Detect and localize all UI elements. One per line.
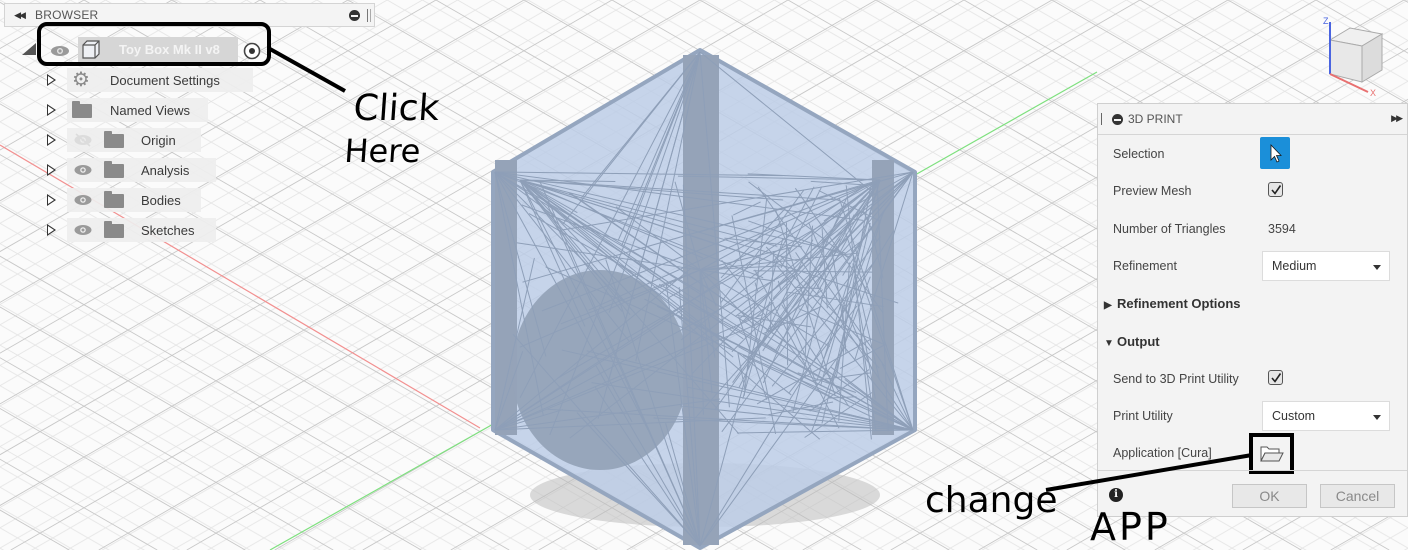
folder-icon <box>72 101 92 118</box>
dialog-title: 3D PRINT <box>1128 112 1183 126</box>
minimize-icon[interactable] <box>349 10 360 21</box>
annotation-text-click: Click <box>352 88 441 129</box>
collapse-down-icon: ▼ <box>1104 338 1114 349</box>
expand-right-icon[interactable] <box>47 164 56 176</box>
refinement-label: Refinement <box>1113 259 1177 273</box>
refinement-dropdown[interactable]: Medium <box>1262 251 1390 281</box>
print-utility-dropdown[interactable]: Custom <box>1262 401 1390 431</box>
folder-open-icon <box>1260 446 1284 462</box>
tree-item-label[interactable]: Bodies <box>141 193 181 208</box>
tree-item-label[interactable]: Sketches <box>141 223 194 238</box>
send-to-utility-checkbox[interactable] <box>1268 370 1283 385</box>
expand-right-icon[interactable] <box>47 134 56 146</box>
panel-grip-handle[interactable] <box>367 9 371 22</box>
folder-icon <box>104 131 124 148</box>
folder-icon <box>104 221 124 238</box>
expand-right-icon[interactable] <box>47 194 56 206</box>
dialog-grip-handle[interactable] <box>1101 113 1104 125</box>
annotation-text-change: change <box>925 480 1058 521</box>
tree-item-label[interactable]: Origin <box>141 133 176 148</box>
axis-z-label: Z <box>1323 16 1329 26</box>
eye-icon[interactable] <box>73 223 93 237</box>
folder-icon <box>104 191 124 208</box>
preview-mesh-checkbox[interactable] <box>1268 182 1283 197</box>
refinement-value: Medium <box>1272 259 1317 273</box>
output-label: Output <box>1117 334 1160 349</box>
eye-hidden-icon[interactable] <box>73 133 93 147</box>
annotation-app: APP <box>1090 505 1171 549</box>
checkmark-icon <box>1271 373 1282 383</box>
preview-mesh-label: Preview Mesh <box>1113 184 1192 198</box>
cursor-arrow-icon <box>1270 144 1282 163</box>
refinement-options-section[interactable]: ▶ Refinement Options <box>1104 296 1241 311</box>
annotation-text-here: Here <box>343 132 422 170</box>
gear-icon: ⚙ <box>72 69 90 91</box>
annotation-arrow-line <box>269 47 346 93</box>
send-to-utility-label: Send to 3D Print Utility <box>1113 372 1239 386</box>
output-section[interactable]: ▼ Output <box>1104 334 1160 349</box>
change-application-button[interactable] <box>1249 433 1294 474</box>
click-here-highlight-box <box>37 22 271 66</box>
print-utility-label: Print Utility <box>1113 409 1173 423</box>
tree-item-label[interactable]: Named Views <box>110 103 190 118</box>
expand-right-icon[interactable] <box>47 104 56 116</box>
selection-label: Selection <box>1113 147 1165 161</box>
print-utility-value: Custom <box>1272 409 1316 423</box>
expand-down-icon[interactable] <box>21 42 37 56</box>
cancel-button[interactable]: Cancel <box>1320 484 1395 508</box>
expand-right-icon[interactable] <box>47 74 56 86</box>
expand-dialog-icon[interactable]: ▶▶ <box>1391 113 1403 124</box>
chevron-down-icon <box>1373 415 1381 420</box>
expand-right-icon: ▶ <box>1104 300 1112 311</box>
triangles-value: 3594 <box>1268 222 1296 236</box>
annotation-click-here: Click Here <box>343 88 441 172</box>
dialog-minimize-icon[interactable] <box>1112 114 1123 125</box>
viewcube[interactable]: Z X <box>1320 12 1400 98</box>
annotation-change-app: change <box>925 480 1058 521</box>
eye-icon[interactable] <box>73 193 93 207</box>
eye-icon[interactable] <box>73 163 93 177</box>
annotation-text-app: APP <box>1090 505 1171 549</box>
chevron-down-icon <box>1373 265 1381 270</box>
triangles-label: Number of Triangles <box>1113 222 1226 236</box>
selection-button[interactable] <box>1260 137 1290 169</box>
collapse-browser-icon[interactable]: ◀◀ <box>9 10 29 21</box>
viewcube-graphic[interactable]: Z X <box>1320 12 1400 98</box>
dialog-header: 3D PRINT ▶▶ <box>1098 104 1407 135</box>
tree-item-label[interactable]: Document Settings <box>110 73 220 88</box>
tree-item-label[interactable]: Analysis <box>141 163 189 178</box>
folder-icon <box>104 161 124 178</box>
expand-right-icon[interactable] <box>47 224 56 236</box>
browser-title: BROWSER <box>35 8 99 22</box>
refinement-options-label: Refinement Options <box>1117 296 1241 311</box>
checkmark-icon <box>1271 185 1282 195</box>
axis-x-label: X <box>1370 88 1376 97</box>
annotation-arrow-line-2 <box>1045 453 1253 492</box>
